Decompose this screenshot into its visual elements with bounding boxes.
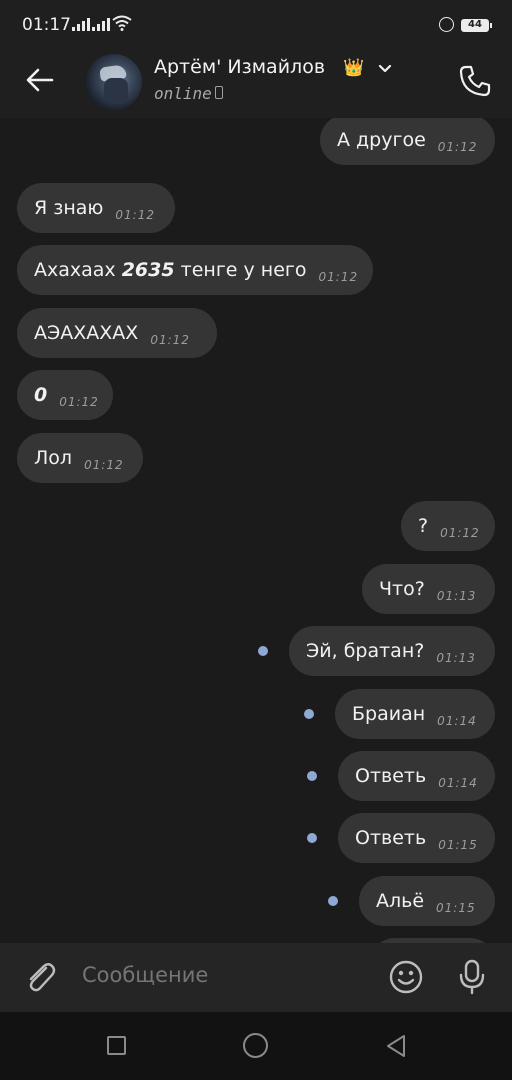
nav-back-icon[interactable] bbox=[384, 1034, 408, 1058]
microphone-icon[interactable] bbox=[454, 958, 490, 996]
message-text: А другое bbox=[337, 129, 426, 151]
message-incoming[interactable]: Лол 01:12 bbox=[17, 433, 143, 483]
message-outgoing[interactable]: Браиан 01:14 bbox=[335, 689, 495, 739]
message-time: 01:15 bbox=[438, 838, 478, 852]
back-arrow-icon[interactable] bbox=[26, 66, 54, 94]
mobile-device-icon bbox=[215, 86, 223, 99]
message-time: 01:14 bbox=[438, 776, 478, 790]
message-incoming[interactable]: 0 01:12 bbox=[17, 370, 113, 420]
wifi-icon bbox=[112, 15, 132, 31]
message-outgoing[interactable]: ? 01:12 bbox=[401, 501, 495, 551]
unread-dot bbox=[307, 771, 317, 781]
message-input[interactable] bbox=[82, 963, 362, 987]
chevron-down-icon[interactable] bbox=[378, 62, 392, 76]
message-outgoing[interactable]: Альё 01:15 bbox=[359, 876, 495, 926]
unread-dot bbox=[328, 896, 338, 906]
emoji-icon[interactable] bbox=[388, 959, 424, 995]
message-text: Браиан bbox=[352, 703, 426, 725]
home-button[interactable] bbox=[243, 1033, 268, 1058]
message-text: Что? bbox=[379, 578, 425, 600]
phone-icon[interactable] bbox=[458, 64, 492, 98]
battery-icon: 44 bbox=[461, 19, 492, 32]
message-time: 01:12 bbox=[318, 270, 359, 284]
unread-dot bbox=[258, 646, 268, 656]
message-text: 0 bbox=[34, 384, 48, 406]
recents-button[interactable] bbox=[107, 1036, 126, 1055]
paperclip-icon[interactable] bbox=[22, 959, 58, 995]
message-time: 01:12 bbox=[150, 333, 190, 347]
contact-status: online bbox=[154, 84, 212, 103]
signal-icon-2 bbox=[92, 17, 110, 31]
message-text: Лол bbox=[34, 447, 73, 469]
message-outgoing[interactable]: А другое 01:12 bbox=[320, 118, 495, 165]
rotation-lock-icon bbox=[439, 17, 454, 32]
message-incoming[interactable]: АЭАХАХАХ 01:12 bbox=[17, 308, 217, 358]
message-time: 01:12 bbox=[437, 140, 478, 154]
message-time: 01:12 bbox=[84, 458, 124, 472]
message-text: Ответь bbox=[355, 765, 427, 787]
composer-bar bbox=[0, 943, 512, 1012]
crown-emoji: 👑 bbox=[343, 58, 365, 78]
unread-dot bbox=[307, 833, 317, 843]
message-outgoing[interactable]: Ответь 01:15 bbox=[338, 813, 495, 863]
status-time: 01:17 bbox=[22, 15, 71, 35]
message-time: 01:12 bbox=[440, 526, 480, 540]
status-bar: 01:17 44 bbox=[0, 0, 512, 50]
message-text: ? bbox=[418, 515, 429, 537]
contact-name[interactable]: Артём' Измайлов bbox=[154, 56, 325, 78]
message-incoming[interactable]: Я знаю 01:12 bbox=[17, 183, 175, 233]
message-time: 01:13 bbox=[436, 589, 477, 603]
message-text: Альё bbox=[376, 890, 425, 912]
unread-dot bbox=[304, 709, 314, 719]
message-text: Ахахаах 2635 тенге у него bbox=[34, 259, 307, 281]
message-text: Ответь bbox=[355, 827, 427, 849]
message-incoming[interactable]: Ахахаах 2635 тенге у него 01:12 bbox=[17, 245, 373, 295]
message-time: 01:15 bbox=[436, 901, 476, 915]
message-time: 01:12 bbox=[59, 395, 99, 409]
message-time: 01:14 bbox=[437, 714, 477, 728]
message-text: Эй, братан? bbox=[306, 640, 425, 662]
message-text: АЭАХАХАХ bbox=[34, 322, 139, 344]
message-list[interactable]: А другое 01:12 Я знаю 01:12 Ахахаах 2635… bbox=[0, 118, 512, 943]
message-time: 01:12 bbox=[115, 208, 155, 222]
signal-icon bbox=[72, 17, 90, 31]
message-time: 01:13 bbox=[436, 651, 476, 665]
system-nav-bar bbox=[0, 1012, 512, 1080]
message-outgoing[interactable]: Эй, братан? 01:13 bbox=[289, 626, 495, 676]
message-outgoing[interactable]: Что? 01:13 bbox=[362, 564, 495, 614]
chat-header: Артём' Измайлов 👑 online bbox=[0, 50, 512, 118]
avatar[interactable] bbox=[86, 54, 142, 110]
message-text: Я знаю bbox=[34, 197, 104, 219]
message-outgoing[interactable]: Ответь 01:14 bbox=[338, 751, 495, 801]
